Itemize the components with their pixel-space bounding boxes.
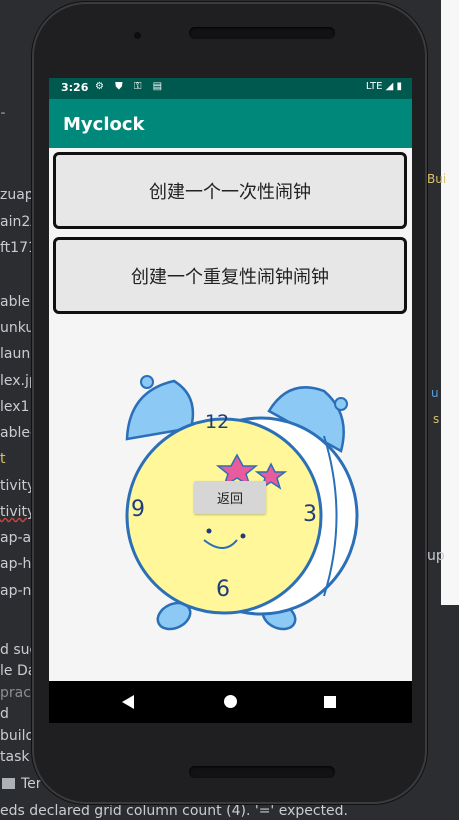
clock-number-12: 12	[205, 411, 229, 433]
app-bar: Myclock	[49, 99, 412, 148]
ide-fragment: task	[0, 749, 30, 765]
ide-fragment: ap-a	[0, 530, 32, 546]
ide-fragment: able-	[0, 425, 36, 441]
bottom-speaker	[189, 766, 335, 778]
ide-fragment: ap-n	[0, 583, 32, 599]
top-speaker	[189, 27, 335, 39]
repeating-alarm-button[interactable]: 创建一个重复性闹钟闹钟	[53, 237, 407, 314]
one-time-alarm-button[interactable]: 创建一个一次性闹钟	[53, 152, 407, 229]
ide-fragment: tivity	[0, 504, 36, 520]
ide-fragment: up	[427, 548, 445, 564]
device-screen: 3:26 ⚙ ⛊ ⚿ ▤ LTE ◢ ▮ Myclock 创建一个一次性闹钟 创…	[49, 78, 412, 723]
ide-fragment: ˉ	[0, 111, 6, 125]
status-bar: 3:26 ⚙ ⛊ ⚿ ▤ LTE ◢ ▮	[49, 78, 412, 99]
ide-fragment: u	[431, 386, 439, 400]
status-time: 3:26	[61, 81, 89, 94]
ide-fragment: build	[0, 728, 35, 744]
ide-fragment: t	[0, 451, 6, 467]
ide-fragment: Bui	[427, 172, 447, 186]
recent-apps-icon[interactable]	[324, 696, 336, 708]
clock-number-6: 6	[216, 577, 230, 602]
home-icon[interactable]	[224, 695, 237, 708]
navigation-bar	[49, 681, 412, 723]
terminal-icon	[2, 778, 15, 789]
ide-fragment: lex1.	[0, 399, 34, 415]
clock-number-3: 3	[303, 502, 317, 527]
app-title: Myclock	[63, 114, 145, 135]
ide-fragment: zuap	[0, 187, 34, 203]
ide-fragment: le Da	[0, 663, 37, 679]
ide-editor-strip	[441, 0, 459, 605]
status-notification-icons: ⚙ ⛊ ⚿ ▤	[95, 81, 167, 92]
front-camera	[134, 32, 141, 39]
back-icon[interactable]	[122, 695, 134, 709]
ide-fragment: s	[433, 412, 440, 426]
ide-fragment: pract	[0, 685, 37, 701]
clock-number-9: 9	[131, 497, 145, 522]
ide-fragment: d	[0, 706, 9, 722]
ide-fragment: able	[0, 294, 30, 310]
console-message: eds declared grid column count (4). '=' …	[0, 803, 349, 819]
return-button[interactable]: 返回	[194, 481, 266, 514]
ide-fragment: ap-h	[0, 556, 32, 572]
terminal-tab[interactable]: Ter	[2, 776, 42, 792]
ide-fragment: tivity	[0, 478, 36, 494]
signal-battery-icon: LTE ◢ ▮	[365, 81, 402, 92]
